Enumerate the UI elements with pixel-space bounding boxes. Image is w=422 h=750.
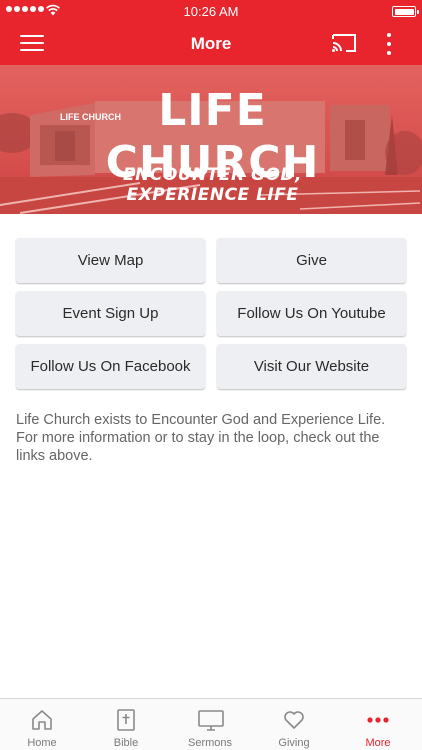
tab-sermons[interactable]: Sermons bbox=[168, 699, 252, 750]
follow-facebook-button[interactable]: Follow Us On Facebook bbox=[16, 344, 205, 389]
tab-giving-label: Giving bbox=[278, 737, 310, 749]
follow-youtube-button[interactable]: Follow Us On Youtube bbox=[217, 291, 406, 336]
event-sign-up-button[interactable]: Event Sign Up bbox=[16, 291, 205, 336]
give-button[interactable]: Give bbox=[217, 238, 406, 283]
bottom-tab-bar: Home Bible Sermons Giving More bbox=[0, 698, 422, 750]
cast-icon[interactable] bbox=[332, 32, 356, 54]
tab-sermons-label: Sermons bbox=[187, 737, 233, 749]
view-map-button[interactable]: View Map bbox=[16, 238, 205, 283]
monitor-icon bbox=[198, 710, 224, 731]
tab-home[interactable]: Home bbox=[0, 699, 84, 750]
church-description: Life Church exists to Encounter God and … bbox=[16, 412, 386, 464]
bible-icon bbox=[117, 709, 135, 731]
battery-icon bbox=[392, 6, 419, 17]
tab-home-label: Home bbox=[27, 737, 57, 749]
overflow-menu-icon[interactable] bbox=[382, 31, 396, 57]
tab-more[interactable]: More bbox=[336, 699, 420, 750]
page-title: More bbox=[190, 34, 232, 53]
tab-more-label: More bbox=[365, 737, 391, 749]
visit-website-button[interactable]: Visit Our Website bbox=[217, 344, 406, 389]
banner-tagline: ENCOUNTER GOD, EXPERIENCE LIFE bbox=[123, 165, 302, 205]
tab-bible[interactable]: Bible bbox=[84, 699, 168, 750]
app-header: 10:26 AM More bbox=[0, 0, 422, 65]
tab-bible-label: Bible bbox=[113, 737, 139, 749]
tab-giving[interactable]: Giving bbox=[252, 699, 336, 750]
church-banner: LIFE CHURCH LIFE CHURCH ENCOUNTER GOD, E… bbox=[0, 65, 422, 214]
status-time: 10:26 AM bbox=[183, 4, 239, 19]
status-bar: 10:26 AM bbox=[0, 0, 422, 22]
home-icon bbox=[32, 710, 52, 730]
navigation-bar: More bbox=[0, 22, 422, 65]
heart-icon bbox=[284, 711, 304, 729]
more-dots-icon bbox=[367, 717, 389, 723]
